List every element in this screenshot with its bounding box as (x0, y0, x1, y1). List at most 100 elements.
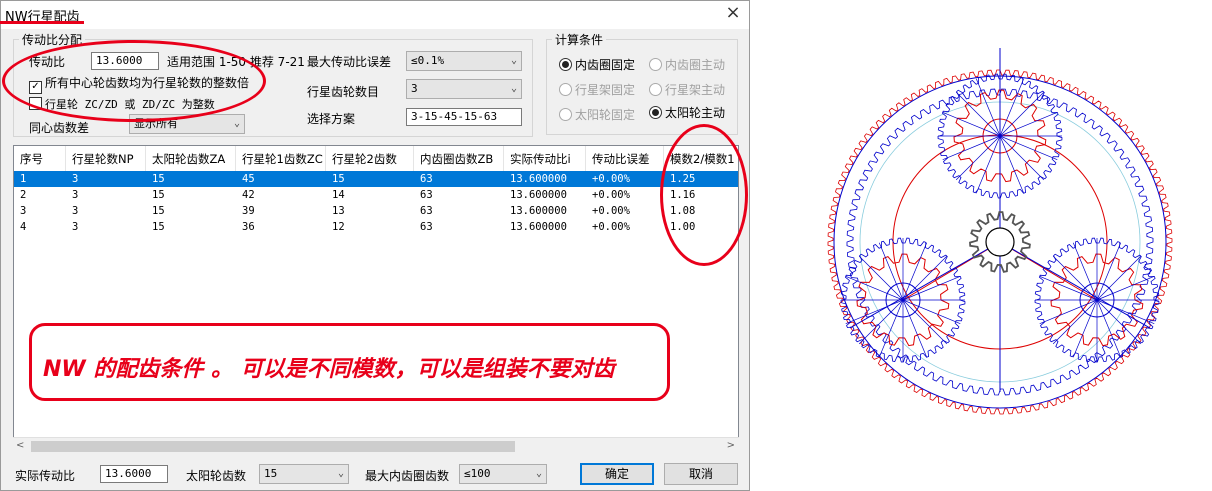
table-cell: 63 (420, 221, 433, 233)
column-header[interactable]: 序号 (14, 146, 66, 172)
annotation-title-underline (0, 14, 84, 24)
sun-gear (969, 211, 1031, 273)
spoke-line (1096, 255, 1142, 301)
spoke-line (999, 135, 1045, 181)
spoke-line (1096, 299, 1122, 358)
table-cell: 3 (72, 221, 79, 233)
actual-ratio-label: 实际传动比 (15, 469, 76, 483)
table-cell: 42 (242, 189, 255, 201)
actual-ratio-input[interactable]: 13.6000 (100, 465, 168, 483)
spoke-line (942, 135, 1001, 161)
radio-label: 行星架主动 (665, 83, 726, 97)
radio-icon (559, 108, 572, 121)
column-header[interactable]: 实际传动比i (504, 146, 586, 172)
max-ring-teeth-value: ≤100 (464, 467, 491, 480)
table-row[interactable]: 3 3 15 39 13 63 13.600000 +0.00% 1.08 (14, 203, 738, 219)
table-cell: +0.00% (592, 189, 630, 201)
annotation-circle-modulus (660, 124, 748, 266)
ok-button[interactable]: 确定 (580, 463, 654, 485)
chevron-down-icon: ⌄ (233, 118, 240, 129)
planet-hub (885, 282, 921, 318)
planet-count-select[interactable]: 3 ⌄ (406, 79, 522, 99)
radio-selected-icon (559, 58, 572, 71)
ring-gear-outer (827, 69, 1173, 415)
spoke-line (902, 299, 928, 358)
spoke-line (975, 78, 1001, 137)
radio-label: 内齿圈固定 (575, 58, 636, 72)
table-cell: 1 (20, 173, 27, 185)
radio-label: 太阳轮主动 (665, 106, 726, 120)
table-row[interactable]: 1 3 15 45 15 63 13.600000 +0.00% 1.25 (14, 171, 738, 187)
planet-hub (982, 118, 1018, 154)
radio-ring-fixed[interactable]: 内齿圈固定 (559, 56, 635, 73)
planet-gear-small (953, 89, 1047, 183)
close-icon[interactable]: × (723, 3, 743, 23)
spoke-line (902, 255, 948, 301)
scheme-input[interactable]: 3-15-45-15-63 (406, 108, 522, 126)
table-cell: +0.00% (592, 205, 630, 217)
spoke-line (902, 299, 961, 325)
table-cell: 15 (152, 205, 165, 217)
radio-selected-icon (649, 106, 662, 119)
column-header[interactable]: 行星轮2齿数ZD (326, 146, 414, 172)
radio-label: 行星架固定 (575, 83, 636, 97)
spoke-line (1039, 299, 1098, 325)
sun-teeth-select[interactable]: 15 ⌄ (259, 464, 349, 484)
scroll-left-icon[interactable]: < (16, 440, 24, 451)
chevron-down-icon: ⌄ (535, 468, 542, 479)
coaxial-diff-label: 同心齿数差 (29, 121, 90, 135)
planet-gear-large (1034, 237, 1160, 363)
column-header[interactable]: 行星轮数NP (66, 146, 146, 172)
spoke-line (1052, 299, 1098, 345)
scroll-right-icon[interactable]: > (727, 440, 735, 451)
cancel-button[interactable]: 取消 (664, 463, 738, 485)
horizontal-scrollbar[interactable]: < > (13, 437, 739, 455)
spoke-line (1096, 299, 1155, 325)
spoke-line (999, 135, 1025, 194)
planet-hub (1079, 282, 1115, 318)
table-cell: 13.600000 (510, 173, 567, 185)
table-cell: 3 (20, 205, 27, 217)
radio-icon (649, 83, 662, 96)
spoke-line (1096, 275, 1155, 301)
ring-gear-circle (833, 75, 1167, 409)
sun-teeth-value: 15 (264, 467, 278, 480)
radio-carrier-driving[interactable]: 行星架主动 (649, 81, 725, 98)
table-cell: 4 (20, 221, 27, 233)
radio-icon (649, 58, 662, 71)
chevron-down-icon: ⌄ (337, 468, 344, 479)
spoke-line (942, 111, 1001, 137)
radio-carrier-fixed[interactable]: 行星架固定 (559, 81, 635, 98)
radio-sun-fixed[interactable]: 太阳轮固定 (559, 106, 635, 123)
max-ring-teeth-select[interactable]: ≤100 ⌄ (459, 464, 547, 484)
scrollbar-thumb[interactable] (31, 441, 515, 452)
table-cell: 63 (420, 205, 433, 217)
spoke-line (845, 275, 904, 301)
chevron-down-icon: ⌄ (510, 83, 517, 94)
title-bar: NW行星配齿 × (1, 1, 749, 29)
axis-line (999, 241, 1151, 329)
table-cell: 39 (242, 205, 255, 217)
max-error-value: ≤0.1% (411, 54, 445, 67)
table-cell: 12 (332, 221, 345, 233)
column-header[interactable]: 太阳轮齿数ZA (146, 146, 236, 172)
table-cell: +0.00% (592, 173, 630, 185)
spoke-line (845, 299, 904, 325)
table-cell: 13 (332, 205, 345, 217)
table-cell: 2 (20, 189, 27, 201)
column-header[interactable]: 行星轮1齿数ZC (236, 146, 326, 172)
radio-label: 太阳轮固定 (575, 108, 636, 122)
column-header[interactable]: 内齿圈齿数ZB (414, 146, 504, 172)
result-table[interactable]: 序号行星轮数NP太阳轮齿数ZA行星轮1齿数ZC行星轮2齿数ZD内齿圈齿数ZB实际… (13, 145, 739, 455)
spoke-line (975, 135, 1001, 194)
table-cell: 15 (152, 221, 165, 233)
max-error-select[interactable]: ≤0.1% ⌄ (406, 51, 522, 71)
table-row[interactable]: 2 3 15 42 14 63 13.600000 +0.00% 1.16 (14, 187, 738, 203)
radio-ring-driving[interactable]: 内齿圈主动 (649, 56, 725, 73)
table-cell: 3 (72, 173, 79, 185)
table-row[interactable]: 4 3 15 36 12 63 13.600000 +0.00% 1.00 (14, 219, 738, 235)
radio-sun-driving[interactable]: 太阳轮主动 (649, 104, 725, 121)
column-header[interactable]: 传动比误差 (586, 146, 664, 172)
spoke-line (1096, 242, 1122, 301)
spoke-line (1039, 275, 1098, 301)
